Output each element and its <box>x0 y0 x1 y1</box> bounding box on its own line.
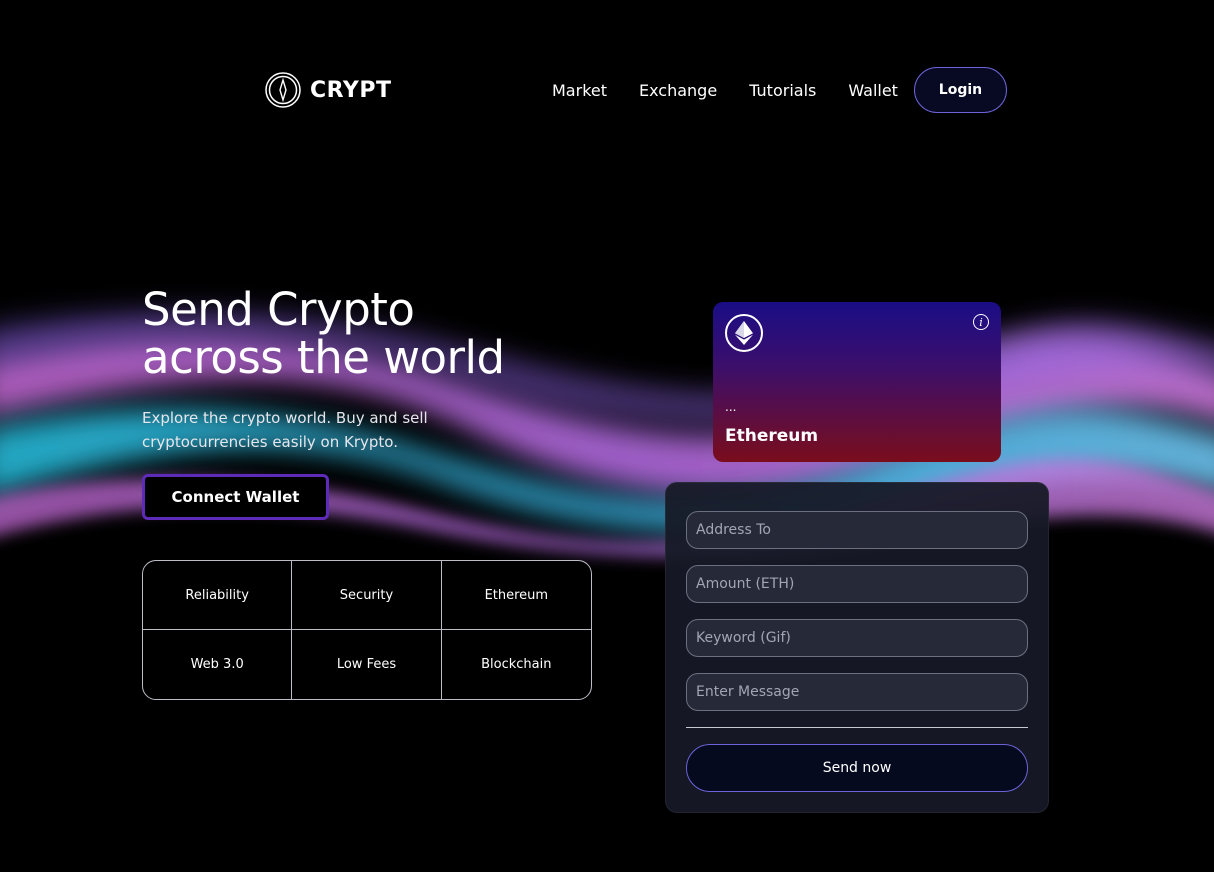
send-form-panel: Send now <box>665 482 1049 813</box>
address-to-input[interactable] <box>686 511 1028 549</box>
nav-item-tutorials[interactable]: Tutorials <box>749 81 816 100</box>
nav-item-exchange[interactable]: Exchange <box>639 81 717 100</box>
feature-blockchain: Blockchain <box>481 657 552 672</box>
hero-title-line-1: Send Crypto <box>142 283 415 336</box>
brand-logo[interactable]: CRYPT <box>265 71 391 109</box>
top-nav: Market Exchange Tutorials Wallet Login <box>536 66 1007 114</box>
login-button[interactable]: Login <box>913 67 1007 113</box>
ethereum-diamond-glyph <box>735 321 753 345</box>
feature-low-fees: Low Fees <box>292 630 442 699</box>
ethereum-icon <box>725 314 763 352</box>
brand-name: CRYPT <box>310 77 392 103</box>
hero-title-line-2: across the world <box>142 331 505 384</box>
wallet-address: ... <box>725 400 737 414</box>
send-now-button[interactable]: Send now <box>686 744 1028 792</box>
compass-logo-icon <box>265 72 301 108</box>
feature-web3: Web 3.0 <box>143 630 293 699</box>
hero-subtitle: Explore the crypto world. Buy and sell c… <box>142 409 428 451</box>
features-grid: Reliability Security Ethereum Web 3.0 Lo… <box>142 560 592 700</box>
amount-input[interactable] <box>686 565 1028 603</box>
hero-title: Send Crypto across the world <box>142 286 562 382</box>
form-divider <box>686 727 1028 728</box>
connect-wallet-button[interactable]: Connect Wallet <box>142 474 329 520</box>
page: CRYPT Market Exchange Tutorials Wallet L… <box>0 0 1214 872</box>
feature-reliability: Reliability <box>143 561 293 630</box>
nav-item-wallet[interactable]: Wallet <box>848 81 898 100</box>
nav-item-market[interactable]: Market <box>552 81 607 100</box>
message-input[interactable] <box>686 673 1028 711</box>
ethereum-card: i ... Ethereum <box>713 302 1001 462</box>
info-icon[interactable]: i <box>973 314 989 330</box>
feature-security: Security <box>292 561 442 630</box>
feature-ethereum: Ethereum <box>441 561 591 630</box>
keyword-input[interactable] <box>686 619 1028 657</box>
card-network-name: Ethereum <box>725 426 819 446</box>
